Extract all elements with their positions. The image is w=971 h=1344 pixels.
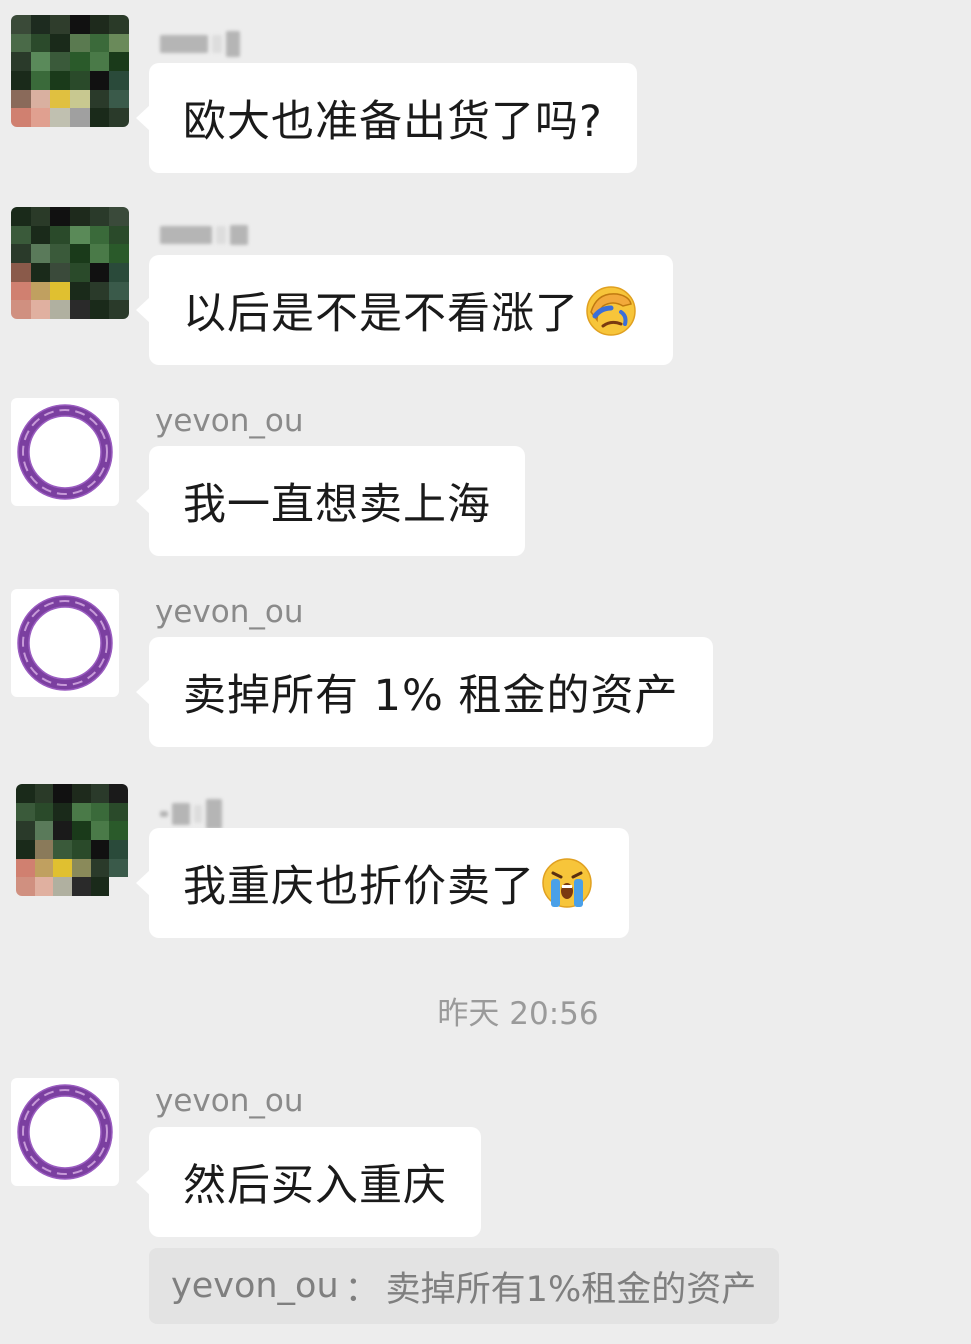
avatar[interactable] <box>11 1078 119 1186</box>
pixelated-avatar-image <box>11 207 129 319</box>
message-bubble[interactable]: 欧大也准备出货了吗? <box>136 63 637 173</box>
sender-name-blurred <box>160 224 248 246</box>
purple-ring-logo-icon <box>17 404 113 500</box>
message-text: 以后是不是不看涨了 <box>183 289 579 339</box>
pixelated-avatar-image <box>16 784 128 896</box>
chat-window: 欧大也准备出货了吗? 以后是不是不看涨了 yevon_ou 我一直想卖上海 ye… <box>0 0 971 1344</box>
loudly-crying-emoji <box>542 858 592 908</box>
avatar[interactable] <box>16 784 128 896</box>
message-text: 我一直想卖上海 <box>183 480 491 530</box>
message-bubble[interactable]: 我重庆也折价卖了 <box>136 828 629 938</box>
timestamp: 昨天 20:56 <box>437 996 599 1032</box>
message-bubble[interactable]: 我一直想卖上海 <box>136 446 525 556</box>
message-text: 卖掉所有 1% 租金的资产 <box>183 671 679 721</box>
sender-name-blurred <box>160 799 222 829</box>
quoted-message[interactable]: yevon_ou：卖掉所有1%租金的资产 <box>149 1248 779 1324</box>
facepalm-crying-emoji <box>586 286 636 336</box>
sender-name: yevon_ou <box>155 403 304 439</box>
message-text: 然后买入重庆 <box>183 1161 447 1211</box>
pixelated-avatar-image <box>11 15 129 127</box>
avatar[interactable] <box>11 398 119 506</box>
message-text: 我重庆也折价卖了 <box>183 862 535 912</box>
message-bubble[interactable]: 然后买入重庆 <box>136 1127 481 1237</box>
message-bubble[interactable]: 以后是不是不看涨了 <box>136 255 673 365</box>
quote-text: 卖掉所有1%租金的资产 <box>385 1269 757 1310</box>
purple-ring-logo-icon <box>17 595 113 691</box>
message-text: 欧大也准备出货了吗? <box>183 97 603 147</box>
quote-separator: ： <box>344 1269 380 1310</box>
sender-name: yevon_ou <box>155 1083 304 1119</box>
message-bubble[interactable]: 卖掉所有 1% 租金的资产 <box>136 637 713 747</box>
avatar[interactable] <box>11 207 129 319</box>
purple-ring-logo-icon <box>17 1084 113 1180</box>
quote-author: yevon_ou <box>171 1266 339 1306</box>
sender-name-blurred <box>160 31 240 57</box>
avatar[interactable] <box>11 589 119 697</box>
sender-name: yevon_ou <box>155 594 304 630</box>
avatar[interactable] <box>11 15 129 127</box>
